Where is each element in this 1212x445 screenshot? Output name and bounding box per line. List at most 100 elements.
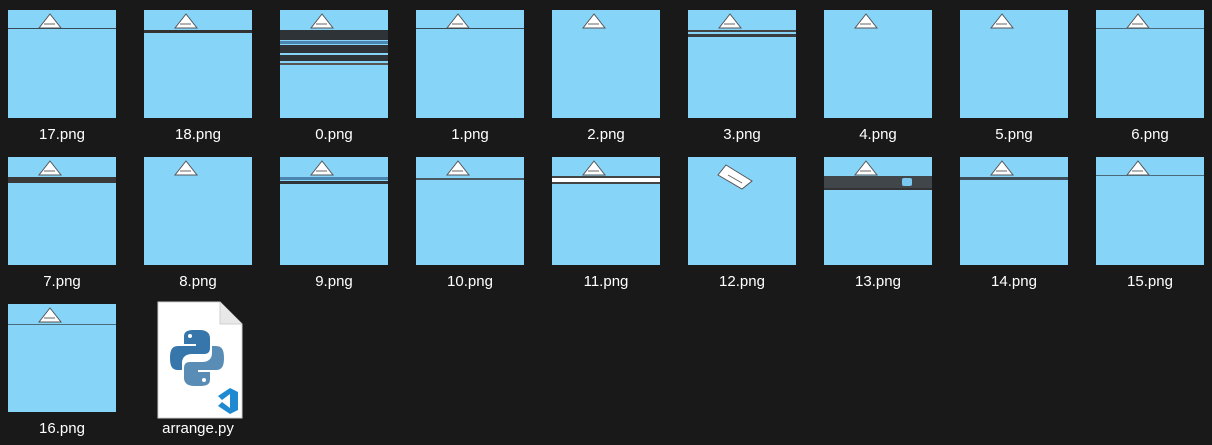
logo-triangle-icon [310, 13, 334, 29]
image-thumbnail [552, 10, 660, 118]
glitch-band [824, 176, 932, 188]
file-name: 10.png [447, 273, 493, 290]
file-name: 15.png [1127, 273, 1173, 290]
file-name: 16.png [39, 420, 85, 437]
file-name: 0.png [315, 126, 353, 143]
glitch-band [688, 34, 796, 37]
file-item-11-png[interactable]: 11.png [544, 147, 680, 292]
file-name: 1.png [451, 126, 489, 143]
file-name: 18.png [175, 126, 221, 143]
file-name: 4.png [859, 126, 897, 143]
logo-triangle-icon [990, 13, 1014, 29]
file-item-4-png[interactable]: 4.png [816, 0, 952, 145]
file-item-9-png[interactable]: 9.png [272, 147, 408, 292]
glitch-band [824, 188, 932, 190]
image-thumbnail [960, 157, 1068, 265]
logo-triangle-icon [718, 13, 742, 29]
logo-triangle-icon [174, 13, 198, 29]
logo-triangle-icon [1126, 160, 1150, 176]
file-name: 12.png [719, 273, 765, 290]
glitch-band [280, 63, 388, 65]
horizon-line [144, 30, 252, 33]
folder-view: 17.png 18.png 0.png 1.png 2.png 3.png 4.… [0, 0, 1212, 445]
horizon-line [8, 324, 116, 325]
file-item-5-png[interactable]: 5.png [952, 0, 1088, 145]
image-thumbnail [1096, 157, 1204, 265]
file-name: 11.png [583, 273, 629, 290]
file-item-13-png[interactable]: 13.png [816, 147, 952, 292]
glitch-band [552, 182, 660, 184]
file-item-15-png[interactable]: 15.png [1088, 147, 1212, 292]
file-item-12-png[interactable]: 12.png [680, 147, 816, 292]
tilted-logo-icon [717, 164, 753, 190]
logo-triangle-icon [854, 160, 878, 176]
image-thumbnail [280, 10, 388, 118]
image-thumbnail [688, 157, 796, 265]
image-thumbnail [144, 157, 252, 265]
image-thumbnail [144, 10, 252, 118]
file-item-8-png[interactable]: 8.png [136, 147, 272, 292]
image-thumbnail [8, 10, 116, 118]
image-thumbnail [280, 157, 388, 265]
file-name: 3.png [723, 126, 761, 143]
image-thumbnail [552, 157, 660, 265]
glitch-band [280, 30, 388, 40]
horizon-line [960, 177, 1068, 180]
file-item-0-png[interactable]: 0.png [272, 0, 408, 145]
image-thumbnail [8, 304, 116, 412]
logo-triangle-icon [582, 13, 606, 29]
file-item-6-png[interactable]: 6.png [1088, 0, 1212, 145]
file-item-17-png[interactable]: 17.png [0, 0, 136, 145]
logo-triangle-icon [1126, 13, 1150, 29]
image-thumbnail [416, 157, 524, 265]
file-item-14-png[interactable]: 14.png [952, 147, 1088, 292]
logo-triangle-icon [38, 160, 62, 176]
glitch-band [8, 177, 116, 183]
logo-triangle-icon [446, 13, 470, 29]
glitch-band [280, 181, 388, 184]
logo-triangle-icon [38, 13, 62, 29]
file-name: arrange.py [162, 420, 234, 437]
logo-triangle-icon [38, 307, 62, 323]
file-name: 17.png [39, 126, 85, 143]
logo-triangle-icon [446, 160, 470, 176]
glitch-blob [902, 178, 912, 186]
file-item-10-png[interactable]: 10.png [408, 147, 544, 292]
file-name: 14.png [991, 273, 1037, 290]
file-item-arrange-py[interactable]: arrange.py [136, 294, 272, 439]
image-thumbnail [960, 10, 1068, 118]
file-name: 8.png [179, 273, 217, 290]
file-item-18-png[interactable]: 18.png [136, 0, 272, 145]
file-name: 2.png [587, 126, 625, 143]
file-name: 7.png [43, 273, 81, 290]
file-item-16-png[interactable]: 16.png [0, 294, 136, 439]
horizon-line [416, 28, 524, 29]
file-name: 5.png [995, 126, 1033, 143]
logo-triangle-icon [310, 160, 334, 176]
file-item-1-png[interactable]: 1.png [408, 0, 544, 145]
glitch-band [688, 30, 796, 32]
image-thumbnail [416, 10, 524, 118]
image-thumbnail [8, 157, 116, 265]
logo-triangle-icon [854, 13, 878, 29]
file-name: 9.png [315, 273, 353, 290]
file-item-3-png[interactable]: 3.png [680, 0, 816, 145]
image-thumbnail [824, 157, 932, 265]
horizon-line [8, 28, 116, 29]
glitch-band [280, 45, 388, 53]
logo-triangle-icon [174, 160, 198, 176]
file-item-7-png[interactable]: 7.png [0, 147, 136, 292]
logo-triangle-icon [990, 160, 1014, 176]
file-name: 13.png [855, 273, 901, 290]
horizon-line [1096, 175, 1204, 176]
image-thumbnail [688, 10, 796, 118]
python-file-vscode-icon [157, 301, 243, 419]
glitch-band [280, 177, 388, 180]
horizon-line [416, 178, 524, 180]
glitch-band [280, 55, 388, 61]
image-thumbnail [1096, 10, 1204, 118]
horizon-line [1096, 28, 1204, 29]
glitch-band [280, 41, 388, 44]
file-name: 6.png [1131, 126, 1169, 143]
file-item-2-png[interactable]: 2.png [544, 0, 680, 145]
